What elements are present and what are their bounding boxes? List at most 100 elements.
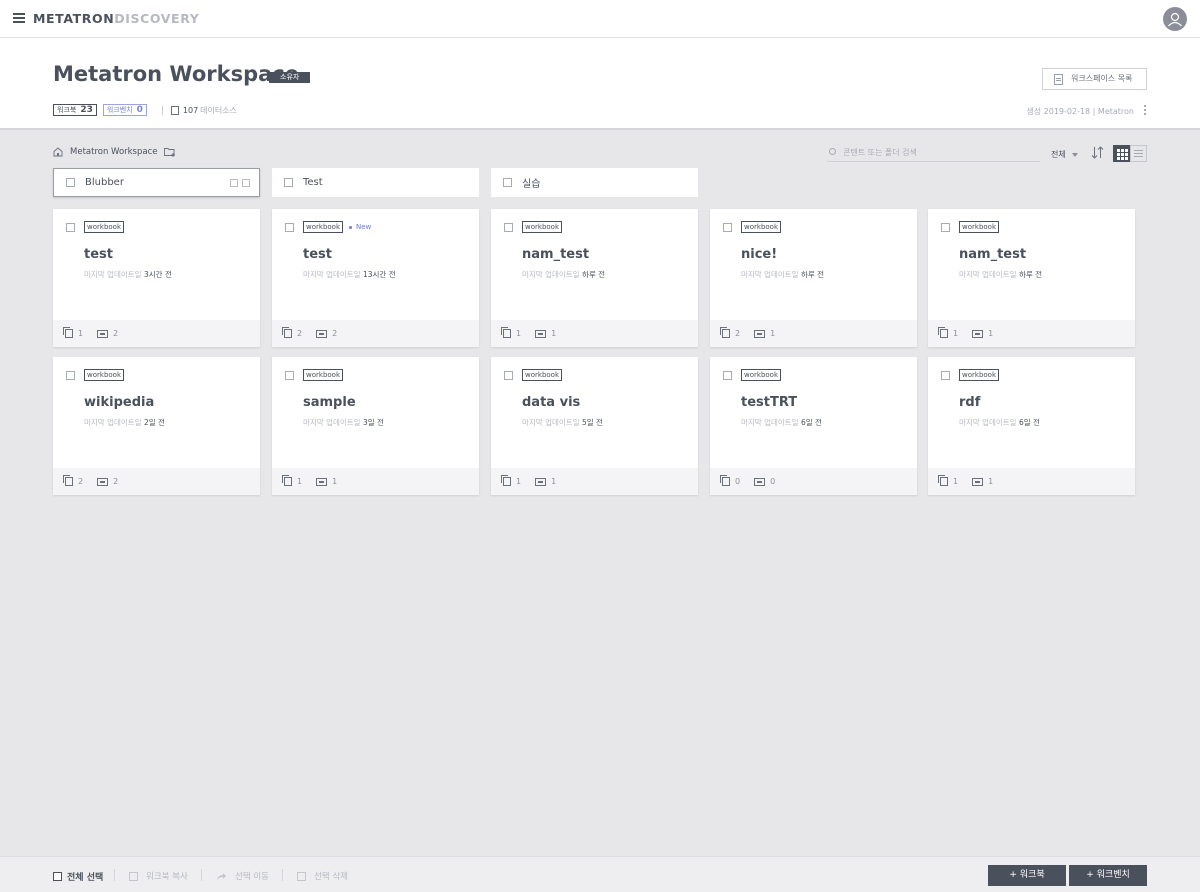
card-checkbox[interactable] xyxy=(504,371,513,380)
card-checkbox[interactable] xyxy=(941,371,950,380)
last-updated-value: 5일 전 xyxy=(581,418,603,427)
divider xyxy=(201,869,202,881)
datasource-count: 1 xyxy=(953,477,959,486)
divider xyxy=(282,869,283,881)
last-updated: 마지막 업데이트일 3일 전 xyxy=(303,417,384,428)
card-title: nice! xyxy=(741,247,778,262)
delete-selected-button[interactable]: 선택 삭제 xyxy=(297,870,348,882)
workbook-card[interactable]: workbook nam_test 마지막 업데이트일 하루 전11 xyxy=(491,209,698,347)
datasource-count: 107 xyxy=(182,105,199,115)
view-toggle xyxy=(1113,145,1148,162)
menu-icon[interactable] xyxy=(13,13,25,23)
document-icon xyxy=(1054,74,1063,85)
workbench-count-badge[interactable]: 워크벤치 0 xyxy=(102,104,147,116)
card-footer: 11 xyxy=(928,320,1135,347)
grid-view-icon[interactable] xyxy=(1113,145,1130,162)
last-updated: 마지막 업데이트일 6일 전 xyxy=(741,417,822,428)
add-workbench-button[interactable]: + 워크벤치 xyxy=(1069,865,1147,886)
card-title: data vis xyxy=(522,395,581,410)
trash-icon[interactable] xyxy=(242,179,250,187)
add-workbook-button[interactable]: + 워크북 xyxy=(988,865,1066,886)
select-all-checkbox[interactable]: 전체 선택 xyxy=(53,870,103,883)
card-checkbox[interactable] xyxy=(285,223,294,232)
last-updated-label: 마지막 업데이트일 xyxy=(959,418,1017,427)
last-updated: 마지막 업데이트일 하루 전 xyxy=(522,269,605,280)
workbook-tag: workbook xyxy=(84,221,125,233)
dashboard-icon xyxy=(972,477,984,486)
last-updated-value: 하루 전 xyxy=(581,270,606,279)
dashboard-count: 1 xyxy=(770,329,776,338)
workbook-card[interactable]: workbook test 마지막 업데이트일 3시간 전12 xyxy=(53,209,260,347)
folder-item[interactable]: 실습 xyxy=(491,168,698,197)
card-footer: 00 xyxy=(710,468,917,495)
home-icon[interactable] xyxy=(53,147,63,157)
last-updated-label: 마지막 업데이트일 xyxy=(959,270,1017,279)
add-folder-icon[interactable] xyxy=(163,147,176,157)
brand-logo[interactable]: METATRONDISCOVERY xyxy=(33,11,199,26)
card-checkbox[interactable] xyxy=(66,223,75,232)
card-footer: 11 xyxy=(928,468,1135,495)
dashboard-icon xyxy=(754,477,766,486)
card-title: nam_test xyxy=(959,247,1027,262)
brand-main: METATRON xyxy=(33,11,115,26)
filter-dropdown[interactable]: 전체 xyxy=(1051,149,1078,160)
workbook-card[interactable]: workbook nam_test 마지막 업데이트일 하루 전11 xyxy=(928,209,1135,347)
edit-icon[interactable] xyxy=(230,179,238,187)
card-footer: 11 xyxy=(491,320,698,347)
workbook-count-badge[interactable]: 워크북 23 xyxy=(53,104,97,116)
divider xyxy=(114,869,115,881)
sort-icon[interactable] xyxy=(1091,146,1104,159)
breadcrumb-workspace[interactable]: Metatron Workspace xyxy=(70,147,158,157)
card-checkbox[interactable] xyxy=(504,223,513,232)
dashboard-count: 1 xyxy=(551,477,557,486)
folder-item[interactable]: Test xyxy=(272,168,479,197)
workbook-tag: workbook xyxy=(959,369,1000,381)
card-checkbox[interactable] xyxy=(941,223,950,232)
list-view-icon[interactable] xyxy=(1130,145,1147,162)
copy-workbook-button[interactable]: 워크북 복사 xyxy=(129,870,188,882)
datasource-count: 1 xyxy=(297,477,303,486)
card-checkbox[interactable] xyxy=(285,371,294,380)
brand-sub: DISCOVERY xyxy=(114,11,200,26)
workspace-list-button[interactable]: 워크스페이스 목록 xyxy=(1042,68,1147,90)
delete-selected-label: 선택 삭제 xyxy=(314,872,348,882)
workbook-card[interactable]: workbook wikipedia 마지막 업데이트일 2일 전22 xyxy=(53,357,260,495)
last-updated-value: 6일 전 xyxy=(800,418,822,427)
last-updated-value: 6일 전 xyxy=(1018,418,1040,427)
workbook-count-value: 23 xyxy=(80,105,93,115)
datasource-icon xyxy=(720,327,730,338)
card-checkbox[interactable] xyxy=(723,371,732,380)
workbook-tag: workbook xyxy=(522,221,563,233)
card-checkbox[interactable] xyxy=(723,223,732,232)
workbook-tag: workbook xyxy=(741,221,782,233)
move-selected-button[interactable]: 선택 이동 xyxy=(216,870,269,882)
checkbox[interactable] xyxy=(53,872,62,881)
workbook-card[interactable]: workbook New test 마지막 업데이트일 13시간 전22 xyxy=(272,209,479,347)
folder-checkbox[interactable] xyxy=(503,178,512,187)
breadcrumb: Metatron Workspace xyxy=(53,147,176,157)
datasource-label[interactable]: 데이터소스 xyxy=(200,105,237,116)
workbook-card[interactable]: workbook sample 마지막 업데이트일 3일 전11 xyxy=(272,357,479,495)
folder-name: Test xyxy=(303,177,323,188)
workbook-tag: workbook xyxy=(303,369,344,381)
workbook-card[interactable]: workbook rdf 마지막 업데이트일 6일 전11 xyxy=(928,357,1135,495)
card-checkbox[interactable] xyxy=(66,371,75,380)
user-avatar-icon[interactable] xyxy=(1163,7,1187,31)
workbook-card[interactable]: workbook testTRT 마지막 업데이트일 6일 전00 xyxy=(710,357,917,495)
workbook-tag: workbook xyxy=(303,221,344,233)
datasource-icon xyxy=(938,327,948,338)
more-options-icon[interactable] xyxy=(1144,105,1147,117)
folder-item[interactable]: Blubber xyxy=(53,168,260,197)
workbook-card[interactable]: workbook data vis 마지막 업데이트일 5일 전11 xyxy=(491,357,698,495)
search-input[interactable] xyxy=(843,145,1033,159)
folder-checkbox[interactable] xyxy=(66,178,75,187)
datasource-count: 1 xyxy=(953,329,959,338)
dashboard-count: 1 xyxy=(988,477,994,486)
workbook-card[interactable]: workbook nice! 마지막 업데이트일 하루 전21 xyxy=(710,209,917,347)
folder-checkbox[interactable] xyxy=(284,178,293,187)
card-title: sample xyxy=(303,395,356,410)
workbench-count-label: 워크벤치 xyxy=(106,106,133,114)
select-all-label: 전체 선택 xyxy=(67,873,104,883)
dashboard-icon xyxy=(972,329,984,338)
datasource-icon xyxy=(282,327,292,338)
